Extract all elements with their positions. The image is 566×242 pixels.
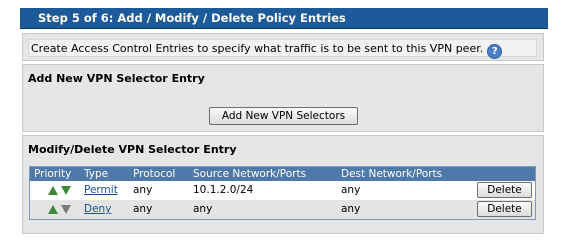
add-selector-panel: Add New VPN Selector Entry Add New VPN S… — [22, 64, 544, 132]
priority-controls — [48, 200, 74, 219]
column-header-source: Source Network/Ports — [193, 168, 307, 180]
modify-section-title: Modify/Delete VPN Selector Entry — [28, 143, 237, 156]
move-up-icon[interactable] — [48, 204, 58, 214]
dest-cell: any — [341, 184, 361, 196]
delete-button[interactable]: Delete — [477, 182, 532, 198]
column-header-priority: Priority — [34, 168, 72, 180]
protocol-cell: any — [133, 203, 153, 215]
step-header: Step 5 of 6: Add / Modify / Delete Polic… — [20, 8, 548, 29]
add-new-vpn-selectors-button[interactable]: Add New VPN Selectors — [209, 107, 358, 125]
type-link-permit[interactable]: Permit — [84, 181, 118, 200]
add-section-title: Add New VPN Selector Entry — [28, 72, 205, 85]
column-header-protocol: Protocol — [133, 168, 176, 180]
description-text: Create Access Control Entries to specify… — [31, 42, 484, 55]
modify-selector-panel: Modify/Delete VPN Selector Entry Priorit… — [22, 135, 544, 234]
dest-cell: any — [341, 203, 361, 215]
description-box: Create Access Control Entries to specify… — [28, 39, 537, 59]
type-link-deny[interactable]: Deny — [84, 200, 111, 219]
policy-wizard: Step 5 of 6: Add / Modify / Delete Polic… — [20, 8, 548, 240]
selector-table: Priority Type Protocol Source Network/Po… — [29, 166, 536, 220]
description-panel: Create Access Control Entries to specify… — [22, 33, 544, 61]
table-row: Permit any 10.1.2.0/24 any Delete — [30, 181, 535, 200]
source-cell: any — [193, 203, 213, 215]
move-down-icon[interactable] — [61, 185, 71, 195]
move-up-icon[interactable] — [48, 185, 58, 195]
table-row: Deny any any any Delete — [30, 200, 535, 219]
priority-controls — [48, 181, 74, 200]
protocol-cell: any — [133, 184, 153, 196]
column-header-type: Type — [84, 168, 109, 180]
source-cell: 10.1.2.0/24 — [193, 184, 254, 196]
help-icon[interactable]: ? — [487, 44, 503, 59]
table-header: Priority Type Protocol Source Network/Po… — [30, 167, 535, 181]
move-down-icon — [61, 204, 71, 214]
delete-button[interactable]: Delete — [477, 201, 532, 217]
column-header-dest: Dest Network/Ports — [341, 168, 443, 180]
